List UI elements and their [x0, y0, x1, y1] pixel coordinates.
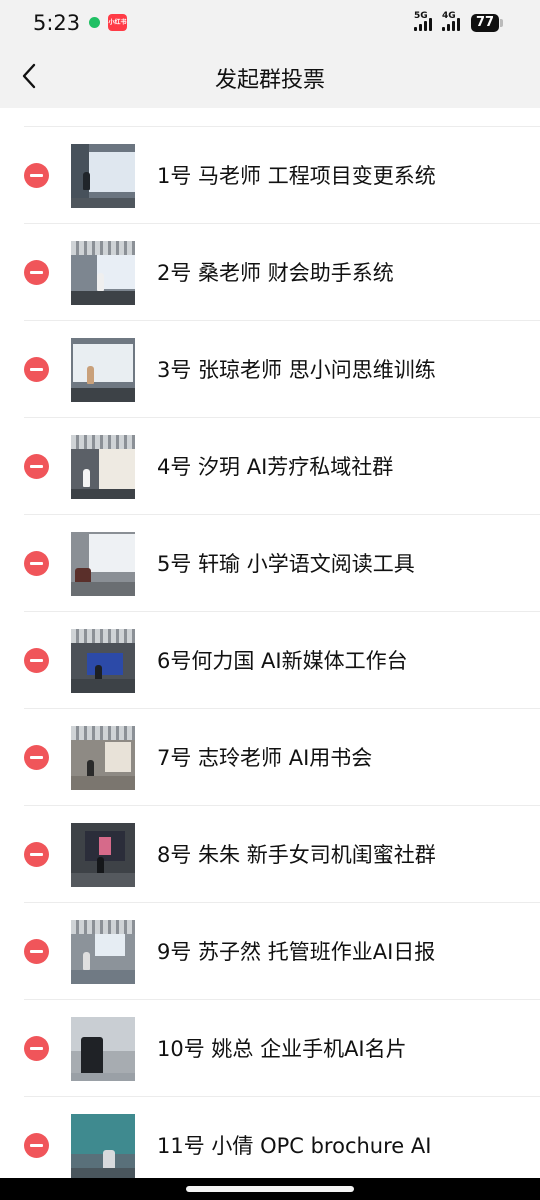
status-bar: 5:23 小红书 5G 4G 77: [0, 0, 540, 46]
option-photo: [71, 726, 135, 790]
list-item[interactable]: 1号 马老师 工程项目变更系统: [0, 127, 540, 224]
status-time: 5:23: [33, 11, 81, 35]
remove-icon[interactable]: [24, 357, 49, 382]
option-label: 11号 小倩 OPC brochure AI: [157, 1134, 432, 1158]
remove-icon[interactable]: [24, 260, 49, 285]
option-photo: [71, 532, 135, 596]
wechat-notification-icon: [89, 17, 100, 28]
remove-icon[interactable]: [24, 842, 49, 867]
option-photo: [71, 823, 135, 887]
option-photo: [71, 144, 135, 208]
option-label: 7号 志玲老师 AI用书会: [157, 746, 373, 770]
list-item[interactable]: 6号何力国 AI新媒体工作台: [0, 612, 540, 709]
option-photo: [71, 1017, 135, 1081]
signal-strength-icon: [442, 17, 462, 31]
vote-option-list[interactable]: 1号 马老师 工程项目变更系统 2号 桑老师 财会助手系统 3号 张琼老师 思小…: [0, 108, 540, 1178]
option-label: 1号 马老师 工程项目变更系统: [157, 164, 436, 188]
list-item[interactable]: 4号 汐玥 AI芳疗私域社群: [0, 418, 540, 515]
remove-icon[interactable]: [24, 1133, 49, 1158]
list-item[interactable]: 3号 张琼老师 思小问思维训练: [0, 321, 540, 418]
option-photo: [71, 338, 135, 402]
remove-icon[interactable]: [24, 454, 49, 479]
battery-icon: 77: [471, 14, 499, 32]
remove-icon[interactable]: [24, 939, 49, 964]
list-item[interactable]: 11号 小倩 OPC brochure AI: [0, 1097, 540, 1178]
option-photo: [71, 1114, 135, 1178]
remove-icon[interactable]: [24, 551, 49, 576]
option-label: 4号 汐玥 AI芳疗私域社群: [157, 455, 394, 479]
option-photo: [71, 241, 135, 305]
list-item[interactable]: 5号 轩瑜 小学语文阅读工具: [0, 515, 540, 612]
list-item[interactable]: 8号 朱朱 新手女司机闺蜜社群: [0, 806, 540, 903]
signal-strength-icon: [414, 17, 434, 31]
list-item[interactable]: 7号 志玲老师 AI用书会: [0, 709, 540, 806]
list-item[interactable]: 10号 姚总 企业手机AI名片: [0, 1000, 540, 1097]
option-label: 3号 张琼老师 思小问思维训练: [157, 358, 436, 382]
option-label: 2号 桑老师 财会助手系统: [157, 261, 394, 285]
home-bar: [0, 1178, 540, 1200]
option-photo: [71, 920, 135, 984]
page-title: 发起群投票: [214, 68, 325, 93]
battery-cap: [500, 19, 503, 27]
remove-icon[interactable]: [24, 163, 49, 188]
remove-icon[interactable]: [24, 648, 49, 673]
option-label: 9号 苏子然 托管班作业AI日报: [157, 940, 436, 964]
nav-bar: 发起群投票: [0, 46, 540, 108]
option-label: 8号 朱朱 新手女司机闺蜜社群: [157, 843, 436, 867]
list-item[interactable]: 2号 桑老师 财会助手系统: [0, 224, 540, 321]
option-label: 6号何力国 AI新媒体工作台: [157, 649, 408, 673]
list-item[interactable]: 9号 苏子然 托管班作业AI日报: [0, 903, 540, 1000]
option-label: 10号 姚总 企业手机AI名片: [157, 1037, 407, 1061]
option-label: 5号 轩瑜 小学语文阅读工具: [157, 552, 415, 576]
home-indicator[interactable]: [186, 1186, 354, 1192]
xiaohongshu-notification-icon: 小红书: [108, 14, 127, 31]
remove-icon[interactable]: [24, 1036, 49, 1061]
option-photo: [71, 435, 135, 499]
option-photo: [71, 629, 135, 693]
remove-icon[interactable]: [24, 745, 49, 770]
